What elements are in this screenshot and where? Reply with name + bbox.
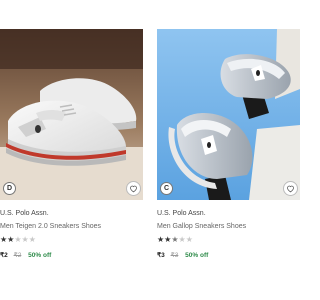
star-empty-icon: ★ [28, 235, 36, 244]
star-empty-icon: ★ [14, 235, 22, 244]
product-image-teigen[interactable] [0, 29, 143, 200]
product-grid: D U.S. Polo Assn. Men Teigen 2.0 Sneaker… [0, 29, 300, 269]
wishlist-heart-icon[interactable] [126, 181, 141, 196]
sneaker-photo-teigen [0, 29, 143, 200]
wishlist-heart-icon[interactable] [283, 181, 298, 196]
product-title[interactable]: Men Teigen 2.0 Sneakers Shoes [0, 223, 101, 230]
product-card-teigen[interactable]: D U.S. Polo Assn. Men Teigen 2.0 Sneaker… [0, 29, 143, 269]
star-empty-icon: ★ [21, 235, 29, 244]
product-image-gallop[interactable] [157, 29, 300, 200]
product-title[interactable]: Men Gallop Sneakers Shoes [157, 223, 246, 230]
discount-label: 50% off [28, 252, 52, 259]
rating-stars: ★★★★★ [157, 235, 193, 244]
sale-price: ₹3 [157, 252, 165, 259]
product-brand: U.S. Polo Assn. [0, 210, 49, 217]
rating-stars: ★★★★★ [0, 235, 36, 244]
product-card-gallop[interactable]: C U.S. Polo Assn. Men Gallop Sneakers Sh… [157, 29, 300, 269]
star-empty-icon: ★ [178, 235, 186, 244]
price-row: ₹3 ₹3 50% off [157, 251, 208, 259]
product-brand: U.S. Polo Assn. [157, 210, 206, 217]
star-half-icon: ★ [171, 235, 179, 244]
price-row: ₹2 ₹2 50% off [0, 251, 51, 259]
original-price: ₹3 [170, 252, 179, 259]
original-price: ₹2 [13, 252, 22, 259]
sale-price: ₹2 [0, 252, 8, 259]
discount-label: 50% off [185, 252, 209, 259]
badge-c-icon: C [160, 182, 173, 195]
badge-d-icon: D [3, 182, 16, 195]
star-empty-icon: ★ [185, 235, 193, 244]
sneaker-photo-gallop [157, 29, 300, 200]
